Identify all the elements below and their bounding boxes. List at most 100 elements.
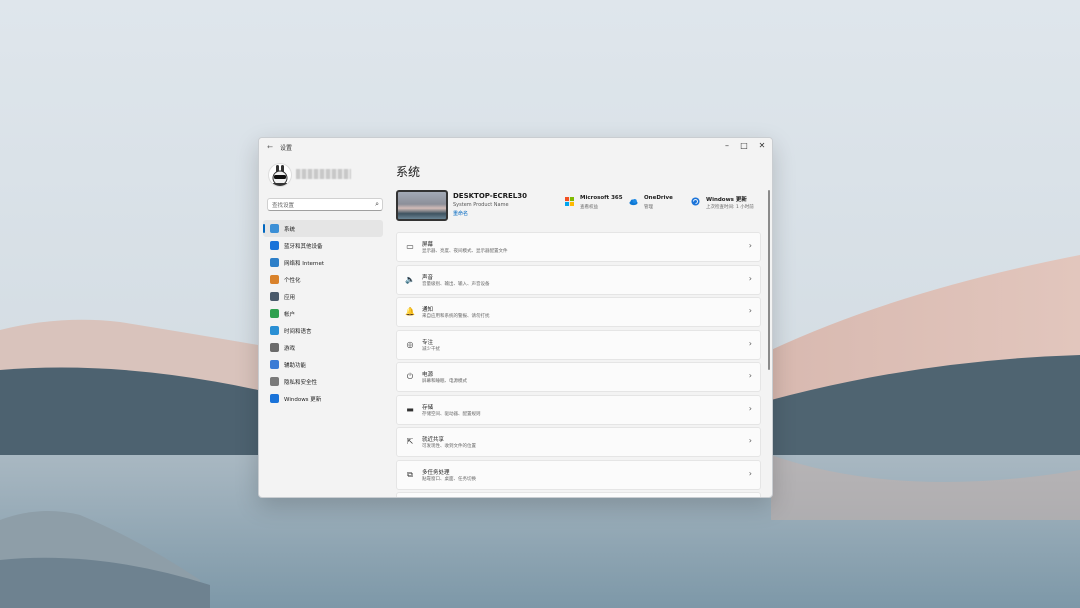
user-name-blurred xyxy=(296,169,351,179)
card-title: 存储 xyxy=(422,404,434,411)
sidebar-item[interactable]: 网络和 Internet xyxy=(263,254,383,271)
window-title: 设置 xyxy=(280,145,293,152)
chevron-right-icon: › xyxy=(748,241,752,250)
sidebar-item-label: 时间和语言 xyxy=(284,329,312,335)
card-subtitle: 可发现性、收到文件的位置 xyxy=(422,444,476,449)
rename-link[interactable]: 重命名 xyxy=(453,210,468,217)
minimize-button[interactable]: – xyxy=(718,139,736,153)
sidebar-item[interactable]: 游戏 xyxy=(263,339,383,356)
service-title: Windows 更新 xyxy=(706,197,747,203)
chevron-right-icon: › xyxy=(748,306,752,315)
card-subtitle: 显示器、亮度、夜间模式、显示器配置文件 xyxy=(422,249,508,254)
sidebar-nav: 系统蓝牙和其他设备 网络和 Internet 个性化应用帐户时间和语言游戏辅助功能隐… xyxy=(263,220,383,407)
sidebar-item-label: 蓝牙和其他设备 xyxy=(284,244,323,250)
power-icon: ⏻ xyxy=(406,372,414,381)
settings-card[interactable]: ▭ 屏幕 显示器、亮度、夜间模式、显示器配置文件 › xyxy=(396,232,761,262)
settings-card[interactable]: ⧉ 多任务处理 贴靠窗口、桌面、任务切换 › xyxy=(396,459,761,490)
sidebar-item[interactable]: 帐户 xyxy=(263,305,383,322)
settings-card[interactable]: ⏻ 电源 屏幕和睡眠、电源模式 › xyxy=(396,362,761,392)
card-title: 电源 xyxy=(422,372,434,378)
search-icon[interactable]: ⌕ xyxy=(375,200,379,209)
device-name: DESKTOP-ECREL30 xyxy=(453,192,527,200)
card-title: 声音 xyxy=(422,274,434,281)
card-subtitle: 贴靠窗口、桌面、任务切换 xyxy=(422,476,476,482)
scrollbar[interactable] xyxy=(768,190,770,370)
shield-icon xyxy=(270,377,279,386)
search-placeholder: 查找设置 xyxy=(272,203,295,209)
sidebar-item-label: 网络和 Internet xyxy=(284,261,325,267)
bluetooth-icon xyxy=(270,241,279,250)
card-title: 屏幕 xyxy=(422,242,434,248)
settings-card[interactable]: ✓激活激活状态、订阅、产品密钥› xyxy=(396,492,761,497)
sidebar-item[interactable]: 系统 xyxy=(263,220,383,237)
search-input[interactable]: 查找设置 ⌕ xyxy=(267,198,383,211)
monitor-icon: ▭ xyxy=(406,242,414,251)
card-title: 多任务处理 xyxy=(422,469,450,476)
focus-icon: ◎ xyxy=(406,339,414,349)
sidebar-item[interactable]: 时间和语言 xyxy=(263,322,383,339)
device-thumbnail xyxy=(396,190,448,221)
avatar-bunny-icon xyxy=(272,165,288,186)
bell-icon: 🔔 xyxy=(405,307,415,316)
chevron-right-icon: › xyxy=(748,403,752,413)
multitask-icon: ⧉ xyxy=(407,469,413,479)
settings-card[interactable]: 🔔 通知 来自应用和系统的警报、请勿打扰 › xyxy=(396,297,761,327)
system-icon xyxy=(270,224,279,233)
sidebar-item-label: 应用 xyxy=(284,295,296,301)
chevron-right-icon: › xyxy=(748,436,752,445)
wifi-icon xyxy=(270,258,279,267)
service-sub: 上次检查时间: 1 小时前 xyxy=(706,205,754,210)
service-title: Microsoft 365 xyxy=(580,195,623,201)
globe-icon xyxy=(270,326,279,335)
settings-card[interactable]: ◎ 专注 减少干扰 › xyxy=(396,329,761,360)
brush-icon xyxy=(270,275,279,284)
service-title: OneDrive xyxy=(644,195,673,201)
update-icon xyxy=(270,394,279,403)
share-icon: ⇱ xyxy=(406,437,414,446)
sidebar-item[interactable]: Windows 更新 xyxy=(263,390,383,407)
card-subtitle: 来自应用和系统的警报、请勿打扰 xyxy=(422,314,490,319)
card-title: 通知 xyxy=(422,307,434,313)
card-subtitle: 音量级别、输出、输入、声音设备 xyxy=(422,281,490,287)
settings-card[interactable]: 🔈 声音 音量级别、输出、输入、声音设备 › xyxy=(396,264,761,295)
chevron-right-icon: › xyxy=(748,273,752,283)
sidebar-item-label: 隐私和安全性 xyxy=(284,380,318,386)
card-title: 就近共享 xyxy=(422,437,445,443)
sidebar-item-label: 辅助功能 xyxy=(284,363,307,369)
sidebar-item-label: 系统 xyxy=(284,227,296,233)
gamepad-icon xyxy=(270,343,279,352)
service-sub: 查看权益 xyxy=(580,205,598,210)
cloud-icon xyxy=(629,198,638,206)
sidebar-item[interactable]: 个性化 xyxy=(263,271,383,288)
sidebar-item-label: Windows 更新 xyxy=(284,397,322,403)
maximize-button[interactable]: □ xyxy=(735,139,753,153)
card-subtitle: 存储空间、驱动器、配置规则 xyxy=(422,411,481,417)
device-model: System Product Name xyxy=(453,202,509,208)
chevron-right-icon: › xyxy=(748,338,752,348)
back-button[interactable]: ← xyxy=(265,142,275,152)
account-icon xyxy=(270,309,279,318)
chevron-right-icon: › xyxy=(748,371,752,380)
avatar[interactable] xyxy=(268,163,292,187)
sidebar-item-label: 游戏 xyxy=(284,346,296,352)
card-subtitle: 减少干扰 xyxy=(422,346,440,352)
title-bar: ← 设置 – □ ✕ xyxy=(259,138,772,156)
apps-icon xyxy=(270,292,279,301)
settings-cards: ▭ 屏幕 显示器、亮度、夜间模式、显示器配置文件 › 🔈 声音 音量级别、输出、输入、声音设… xyxy=(396,232,761,497)
chevron-right-icon: › xyxy=(748,468,752,478)
update-icon xyxy=(691,197,700,206)
sidebar-item[interactable]: 应用 xyxy=(263,288,383,305)
settings-window: ← 设置 – □ ✕ 查找设置 ⌕ 系统蓝牙和其他设备 网络和 Internet 个… xyxy=(258,137,773,498)
sidebar-item[interactable]: 辅助功能 xyxy=(263,356,383,373)
settings-card[interactable]: ⇱ 就近共享 可发现性、收到文件的位置 › xyxy=(396,427,761,457)
settings-card[interactable]: ▬ 存储 存储空间、驱动器、配置规则 › xyxy=(396,394,761,425)
sidebar-item[interactable]: 隐私和安全性 xyxy=(263,373,383,390)
sidebar-item-label: 帐户 xyxy=(284,312,296,318)
card-subtitle: 屏幕和睡眠、电源模式 xyxy=(422,379,467,384)
service-sub: 管理 xyxy=(644,205,653,210)
page-title: 系统 xyxy=(396,165,421,179)
card-title: 专注 xyxy=(422,339,434,346)
close-button[interactable]: ✕ xyxy=(753,139,771,153)
speaker-icon: 🔈 xyxy=(405,274,415,284)
sidebar-item[interactable]: 蓝牙和其他设备 xyxy=(263,237,383,254)
